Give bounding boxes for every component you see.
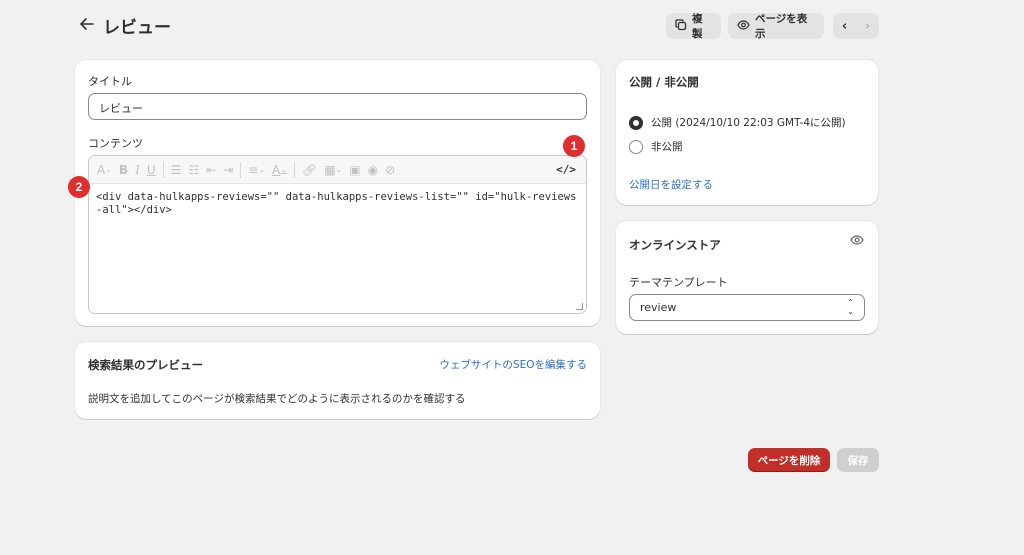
link-icon[interactable]: 🔗︎ [302,163,317,177]
bullet-list-icon[interactable]: ☰ [171,163,182,177]
view-page-button[interactable]: ページを表示 [728,13,824,40]
align-icon[interactable]: ≡ ⌄ [248,163,265,177]
online-store-card: オンラインストア テーマテンプレート review ⌃ ⌄ [616,221,878,334]
template-select-value: review [640,301,677,314]
select-arrows-icon: ⌃ ⌄ [847,298,854,316]
visibility-option-label: 公開 (2024/10/10 22:03 GMT-4に公開) [651,117,846,129]
template-label: テーマテンプレート [629,276,728,289]
clear-format-icon[interactable]: ⊘ [385,163,395,177]
template-select[interactable]: review ⌃ ⌄ [629,294,865,321]
visibility-option-hidden[interactable]: 非公開 [629,139,683,154]
pagination: ‹ › [833,13,879,39]
video-icon[interactable]: ◉ [368,163,378,177]
visibility-card: 公開 / 非公開 公開 (2024/10/10 22:03 GMT-4に公開) … [616,60,878,205]
duplicate-button[interactable]: 複製 [666,13,721,40]
underline-icon[interactable]: U [147,163,156,177]
toolbar-divider [162,161,164,178]
content-label: コンテンツ [88,137,143,150]
save-button[interactable]: 保存 [837,448,879,472]
duplicate-label: 複製 [692,13,703,40]
eye-icon[interactable] [850,235,864,248]
image-icon[interactable]: ▣ [349,163,360,177]
set-publish-date-link[interactable]: 公開日を設定する [629,177,713,192]
page-header: レビュー 複製 ページを表示 ‹ › [0,0,1024,50]
annotation-marker-2: 2 [68,176,90,198]
radio-unselected[interactable] [629,139,643,154]
code-toggle-icon[interactable]: </> [556,163,576,176]
seo-description: 説明文を追加してこのページが検索結果でどのように表示されるのかを確認する [88,393,466,405]
delete-page-button[interactable]: ページを削除 [748,448,830,472]
view-page-label: ページを表示 [755,13,808,40]
chevron-left-icon[interactable]: ‹ [833,13,856,39]
toolbar-divider [293,161,295,178]
title-input[interactable]: レビュー [88,93,587,120]
rich-text-editor: A ⌄ B I U ☰ ☷ ⇤ ⇥ ≡ ⌄ A ⌄ 🔗︎ ▦ ⌄ ▣ ◉ ⊘ </> <… [88,155,587,314]
annotation-marker-1: 1 [563,135,585,157]
resize-handle[interactable] [576,303,583,310]
text-color-icon[interactable]: A ⌄ [272,163,287,177]
table-icon[interactable]: ▦ ⌄ [324,163,342,177]
italic-icon[interactable]: I [135,163,140,177]
html-code-textarea[interactable]: <div data-hulkapps-reviews="" data-hulka… [89,184,586,224]
title-label: タイトル [88,75,132,88]
visibility-option-published[interactable]: 公開 (2024/10/10 22:03 GMT-4に公開) [629,115,846,130]
duplicate-icon [675,18,687,34]
seo-preview-card: 検索結果のプレビュー ウェブサイトのSEOを編集する 説明文を追加してこのページ… [75,342,600,419]
eye-icon [737,19,750,33]
seo-card-title: 検索結果のプレビュー [88,358,203,372]
text-style-icon[interactable]: A ⌄ [97,163,112,177]
numbered-list-icon[interactable]: ☷ [188,163,199,177]
chevron-right-icon[interactable]: › [856,13,879,39]
visibility-option-label: 非公開 [651,141,683,153]
toolbar-divider [240,161,242,178]
edit-seo-link[interactable]: ウェブサイトのSEOを編集する [439,357,587,372]
visibility-card-title: 公開 / 非公開 [629,75,699,89]
store-card-title: オンラインストア [629,238,721,252]
indent-icon[interactable]: ⇥ [223,163,233,177]
bold-icon[interactable]: B [119,163,128,177]
back-arrow-icon[interactable] [78,15,96,33]
page-title: レビュー [103,18,171,38]
radio-selected[interactable] [629,115,643,130]
content-card: タイトル レビュー コンテンツ A ⌄ B I U ☰ ☷ ⇤ ⇥ ≡ ⌄ A ⌄ 🔗… [75,60,600,326]
outdent-icon[interactable]: ⇤ [206,163,216,177]
editor-toolbar: A ⌄ B I U ☰ ☷ ⇤ ⇥ ≡ ⌄ A ⌄ 🔗︎ ▦ ⌄ ▣ ◉ ⊘ </> [89,156,586,184]
